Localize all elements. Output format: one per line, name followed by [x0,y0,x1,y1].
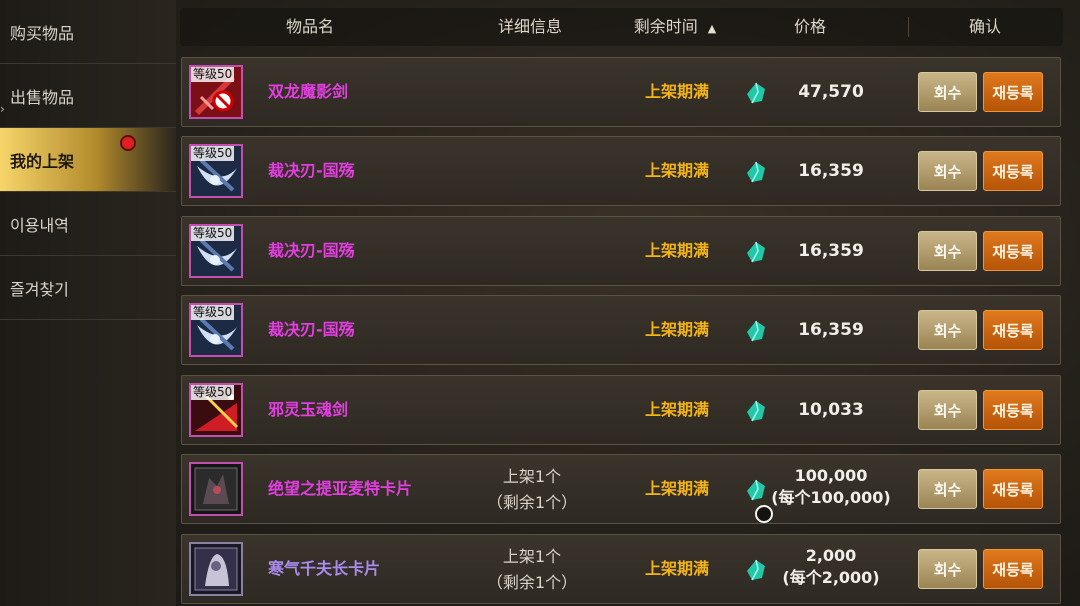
recall-button[interactable]: 회수 [918,469,977,509]
column-divider [908,17,909,37]
remaining-time: 上架期满 [644,241,709,260]
item-level-badge: 等级50 [191,146,235,161]
sidebar-item-favorites[interactable]: 즐겨찾기 [0,256,176,320]
gem-icon [747,479,765,501]
listing-row[interactable]: 寒气千夫长卡片 上架1个 （剩余1个） 上架期满 2,000 (每个2,000)… [181,534,1061,604]
price-value: 10,033 [798,400,864,420]
price-value: 2,000 (每个2,000) [766,545,896,589]
price-value: 100,000 (每个100,000) [766,465,896,509]
recall-button[interactable]: 회수 [918,310,977,350]
listed-quantity: 上架1个 [502,467,562,486]
listing-row[interactable]: 绝望之提亚麦特卡片 上架1个 （剩余1个） 上架期满 100,000 (每个10… [181,454,1061,524]
recall-button[interactable]: 회수 [918,231,977,271]
remaining-quantity: （剩余1个） [486,493,578,512]
listing-row[interactable]: 等级50 邪灵玉魂剑 上架期满 10,033 회수 재등록 [181,375,1061,445]
listing-row[interactable]: 等级50 裁决刃-国殇 上架期满 16,359 회수 재등록 [181,136,1061,206]
item-level-badge: 等级50 [191,305,235,320]
remaining-time: 上架期满 [644,82,709,101]
gem-icon [747,161,765,183]
relist-button[interactable]: 재등록 [983,469,1043,509]
item-name[interactable]: 裁决刃-国殇 [268,217,355,285]
listing-row[interactable]: 等级50 双龙魔影剑 上架期满 47,570 회수 재등록 [181,57,1061,127]
gem-icon [747,241,765,263]
sidebar: 购买物品 出售物品 › 我的上架 이용내역 즐겨찾기 [0,0,176,606]
remaining-time: 上架期满 [644,320,709,339]
sidebar-item-label: 이용내역 [10,215,69,235]
remaining-time: 上架期满 [644,559,709,578]
recall-button[interactable]: 회수 [918,151,977,191]
recall-button[interactable]: 회수 [918,72,977,112]
remaining-time: 上架期满 [644,400,709,419]
touch-cursor-icon [755,505,773,523]
listing-detail: 上架1个 （剩余1个） [472,544,592,596]
table-header: 物品名 详细信息 剩余时间 ▲ 价格 确认 [180,8,1063,46]
sidebar-item-my-listings[interactable]: 我的上架 [0,128,176,192]
blade-icon[interactable]: 等级50 [189,303,243,357]
listing-row[interactable]: 等级50 裁决刃-国殇 上架期满 16,359 회수 재등록 [181,216,1061,286]
sidebar-item-label: 出售物品 [10,87,75,107]
price-value: 16,359 [798,241,864,261]
recall-button[interactable]: 회수 [918,549,977,589]
sidebar-item-history[interactable]: 이용내역 [0,192,176,256]
evil-jade-sword-icon[interactable]: 等级50 [189,383,243,437]
total-price: 100,000 [794,466,868,485]
column-header-detail[interactable]: 详细信息 [470,8,590,46]
listing-row[interactable]: 等级50 裁决刃-国殇 上架期满 16,359 회수 재등록 [181,295,1061,365]
column-header-confirm: 确认 [968,17,1001,36]
column-header-name[interactable]: 物品名 [240,8,380,46]
column-header-remaining[interactable]: 剩余时间 ▲ [612,8,738,46]
remaining-quantity: （剩余1个） [486,573,578,592]
gem-icon [747,320,765,342]
relist-button[interactable]: 재등록 [983,390,1043,430]
item-name[interactable]: 寒气千夫长卡片 [268,535,380,603]
twin-dragon-sword-icon[interactable]: 等级50 [189,65,243,119]
relist-button[interactable]: 재등록 [983,231,1043,271]
recall-button[interactable]: 회수 [918,390,977,430]
price-value: 16,359 [798,161,864,181]
monster-card-icon[interactable] [189,462,243,516]
item-name[interactable]: 绝望之提亚麦特卡片 [268,455,412,523]
price-value: 47,570 [798,82,864,102]
unit-price: (每个100,000) [771,488,891,507]
sidebar-item-buy[interactable]: 购买物品 [0,0,176,64]
gem-icon [747,400,765,422]
blade-icon[interactable]: 等级50 [189,224,243,278]
column-header-price[interactable]: 价格 [745,8,875,46]
listing-detail: 上架1个 （剩余1个） [472,464,592,516]
unit-price: (每个2,000) [782,568,880,587]
item-name[interactable]: 裁决刃-国殇 [268,137,355,205]
item-name[interactable]: 裁决刃-国殇 [268,296,355,364]
notification-dot-icon [122,137,134,149]
item-level-badge: 等级50 [191,67,235,82]
item-name[interactable]: 双龙魔影剑 [268,58,348,126]
relist-button[interactable]: 재등록 [983,310,1043,350]
item-name[interactable]: 邪灵玉魂剑 [268,376,348,444]
item-level-badge: 等级50 [191,385,235,400]
monster-card-icon[interactable] [189,542,243,596]
listed-quantity: 上架1个 [502,547,562,566]
sidebar-item-label: 购买物品 [10,23,75,43]
gem-icon [747,559,765,581]
sidebar-item-sell[interactable]: 出售物品 [0,64,176,128]
blade-icon[interactable]: 等级50 [189,144,243,198]
column-header-label: 剩余时间 [633,17,698,36]
price-value: 16,359 [798,320,864,340]
gem-icon [747,82,765,104]
relist-button[interactable]: 재등록 [983,549,1043,589]
chevron-right-icon: › [0,102,5,116]
remaining-time: 上架期满 [644,161,709,180]
total-price: 2,000 [805,546,857,565]
relist-button[interactable]: 재등록 [983,151,1043,191]
sidebar-item-label: 즐겨찾기 [10,279,69,299]
item-level-badge: 等级50 [191,226,235,241]
sidebar-item-label: 我的上架 [10,151,75,171]
remaining-time: 上架期满 [644,479,709,498]
sort-ascending-icon[interactable]: ▲ [708,22,716,35]
relist-button[interactable]: 재등록 [983,72,1043,112]
